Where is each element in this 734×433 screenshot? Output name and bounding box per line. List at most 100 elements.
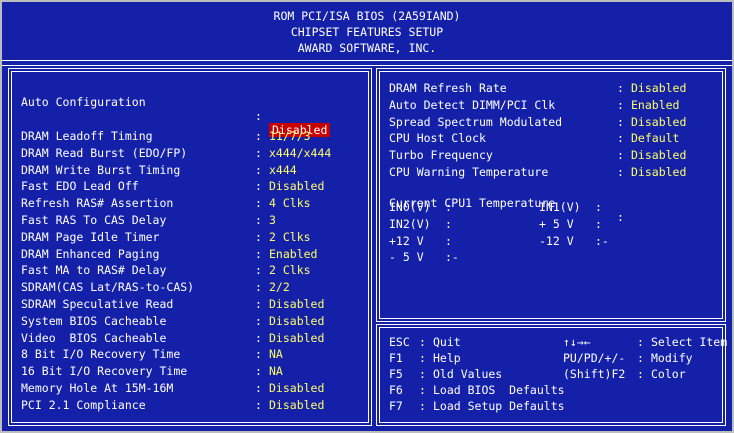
setting-row[interactable]: DRAM Enhanced Paging: Enabled xyxy=(21,247,361,261)
voltage-row: IN0(V): IN1(V): xyxy=(389,200,719,214)
setting-row[interactable]: Turbo Frequency: Disabled xyxy=(389,148,719,162)
setting-value[interactable]: 3 xyxy=(269,213,276,227)
help-desc: Modify xyxy=(651,351,693,365)
setting-value[interactable]: Default xyxy=(631,131,679,145)
setting-value[interactable]: x444/x444 xyxy=(269,146,331,160)
setting-colon: : xyxy=(255,109,262,123)
setting-label: Video BIOS Cacheable xyxy=(21,330,167,345)
setting-value[interactable]: 2 Clks xyxy=(269,263,311,277)
setting-colon: : xyxy=(255,229,262,244)
setting-value[interactable]: Disabled xyxy=(269,314,324,328)
setting-value[interactable]: 4 Clks xyxy=(269,196,311,210)
help-colon: : xyxy=(419,351,426,365)
setting-row[interactable]: Fast EDO Lead Off: Disabled xyxy=(21,179,361,193)
setting-row[interactable]: Video BIOS Cacheable: Disabled xyxy=(21,331,361,345)
help-key: F1 xyxy=(389,351,403,365)
setting-value[interactable]: Disabled xyxy=(269,297,324,311)
setting-value[interactable]: Disabled xyxy=(269,398,324,412)
setting-value[interactable]: Disabled xyxy=(631,148,686,162)
voltage-label: IN0(V) xyxy=(389,200,431,214)
setting-colon: : xyxy=(255,347,262,362)
help-row: F5: Old Values (Shift)F2: Color xyxy=(389,367,719,381)
setting-row[interactable]: DRAM Leadoff Timing:11/7/3 xyxy=(21,129,361,143)
voltage-label: IN1(V) xyxy=(539,200,581,214)
setting-row[interactable]: SDRAM(CAS Lat/RAS-to-CAS):2/2 xyxy=(21,280,361,294)
left-settings-panel: Auto Configuration : Disabled DRAM Leado… xyxy=(8,68,372,426)
setting-value[interactable]: Enabled xyxy=(269,247,317,261)
setting-label: DRAM Enhanced Paging xyxy=(21,246,160,261)
help-desc: Load Setup Defaults xyxy=(433,399,565,413)
voltage-label: IN2(V) xyxy=(389,216,431,231)
help-colon: : xyxy=(419,399,426,413)
setting-label: SDRAM Speculative Read xyxy=(21,297,174,311)
setting-value[interactable]: 2 Clks xyxy=(269,230,311,244)
bios-title: ROM PCI/ISA BIOS (2A59IAND) xyxy=(273,9,461,23)
help-key: F7 xyxy=(389,399,403,413)
setting-row[interactable]: DRAM Write Burst Timing: x444 xyxy=(21,163,361,177)
setting-row[interactable]: DRAM Page Idle Timer:2 Clks xyxy=(21,230,361,244)
help-colon: : xyxy=(419,383,426,397)
setting-colon: : xyxy=(255,280,262,295)
help-key: F6 xyxy=(389,383,403,397)
setting-label: Fast RAS To CAS Delay xyxy=(21,213,167,227)
setting-value[interactable]: Disabled xyxy=(631,115,686,129)
setting-row[interactable]: CPU Host Clock: Default xyxy=(389,131,719,145)
help-row: F1: Help PU/PD/+/-: Modify xyxy=(389,351,719,365)
setting-colon: : xyxy=(255,145,262,160)
help-colon: : xyxy=(419,335,426,349)
setting-value[interactable]: NA xyxy=(269,364,283,378)
setup-page-title: CHIPSET FEATURES SETUP xyxy=(290,25,444,39)
setting-auto-configuration[interactable]: Auto Configuration : Disabled xyxy=(21,81,361,137)
setting-value[interactable]: 11/7/3 xyxy=(269,129,311,143)
setting-row[interactable]: 16 Bit I/O Recovery Time: NA xyxy=(21,364,361,378)
setting-row[interactable]: Fast RAS To CAS Delay:3 xyxy=(21,213,361,227)
voltage-row: - 5 V :- xyxy=(389,250,719,264)
setting-row[interactable]: CPU Warning Temperature: Disabled xyxy=(389,165,719,179)
setting-value[interactable]: Disabled xyxy=(269,381,324,395)
setting-colon: : xyxy=(255,263,262,278)
setting-row[interactable]: Fast MA to RAS# Delay:2 Clks xyxy=(21,263,361,277)
header-separator xyxy=(2,60,732,66)
setting-row[interactable]: Refresh RAS# Assertion:4 Clks xyxy=(21,196,361,210)
setting-row[interactable]: 8 Bit I/O Recovery Time: NA xyxy=(21,347,361,361)
setting-label: Fast MA to RAS# Delay xyxy=(21,263,167,278)
voltage-colon: : xyxy=(445,233,452,248)
setting-row[interactable]: DRAM Refresh Rate: Disabled xyxy=(389,81,719,95)
setting-label: Memory Hole At 15M-16M xyxy=(21,381,174,395)
setting-value[interactable]: Disabled xyxy=(269,179,324,193)
setting-colon: : xyxy=(255,330,262,345)
help-desc: Help xyxy=(433,351,461,365)
setting-value[interactable]: Disabled xyxy=(269,331,324,345)
setting-row[interactable]: PCI 2.1 Compliance: Disabled xyxy=(21,398,361,412)
voltage-label: - 5 V xyxy=(389,250,424,265)
setting-label: 16 Bit I/O Recovery Time xyxy=(21,364,188,379)
setting-value[interactable]: Disabled xyxy=(631,165,686,179)
setting-row[interactable]: DRAM Read Burst (EDO/FP): x444/x444 xyxy=(21,146,361,160)
setting-row[interactable]: Spread Spectrum Modulated: Disabled xyxy=(389,115,719,129)
setting-value[interactable]: 2/2 xyxy=(269,280,290,294)
setting-colon: : xyxy=(617,114,624,129)
setting-colon: : xyxy=(255,397,262,412)
voltage-row: IN2(V): + 5 V: xyxy=(389,217,719,231)
setting-value[interactable]: Enabled xyxy=(631,98,679,112)
setting-value[interactable]: x444 xyxy=(269,163,297,177)
setting-value[interactable]: Disabled xyxy=(631,81,686,95)
setting-label: Fast EDO Lead Off xyxy=(21,179,139,194)
help-row: F6: Load BIOS Defaults xyxy=(389,383,719,397)
setting-row[interactable]: Memory Hole At 15M-16M: Disabled xyxy=(21,381,361,395)
setting-value[interactable]: NA xyxy=(269,347,283,361)
voltage-colon: :- xyxy=(595,233,609,248)
setting-row[interactable]: System BIOS Cacheable: Disabled xyxy=(21,314,361,328)
voltage-label: -12 V xyxy=(539,233,574,248)
setting-colon: : xyxy=(255,179,262,194)
help-colon: : xyxy=(637,335,644,349)
voltage-colon: :- xyxy=(445,250,459,265)
setting-label: DRAM Write Burst Timing xyxy=(21,162,181,177)
setting-label: Auto Configuration xyxy=(21,95,146,109)
help-desc: Quit xyxy=(433,335,461,349)
setting-colon: : xyxy=(255,364,262,379)
help-row: F7: Load Setup Defaults xyxy=(389,399,719,413)
setting-row[interactable]: Auto Detect DIMM/PCI Clk: Enabled xyxy=(389,98,719,112)
setting-colon: : xyxy=(255,213,262,227)
setting-row[interactable]: SDRAM Speculative Read: Disabled xyxy=(21,297,361,311)
